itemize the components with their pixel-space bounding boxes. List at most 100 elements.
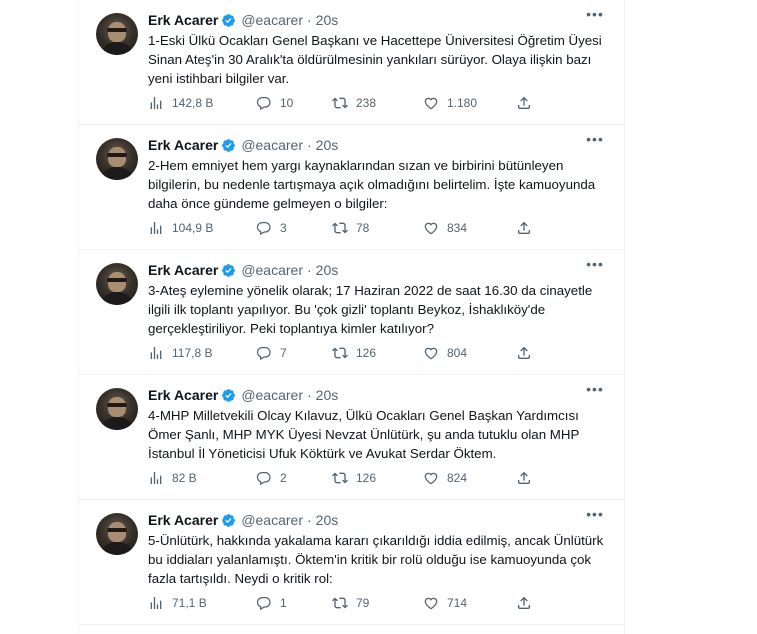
heart-icon	[424, 347, 438, 360]
like-count: 1.180	[447, 96, 478, 110]
views-button[interactable]: 82 B	[148, 467, 197, 489]
more-icon[interactable]: •••	[584, 382, 606, 403]
tweet[interactable]: Erk Acarer @eacarer · 20s ••• 3-Ateş eyl…	[79, 250, 624, 375]
views-button[interactable]: 142,8 B	[148, 92, 213, 114]
retweet-count: 126	[356, 346, 377, 360]
share-button[interactable]	[516, 92, 540, 114]
retweet-icon	[332, 472, 348, 484]
share-icon	[518, 346, 530, 359]
tweet-header: Erk Acarer @eacarer · 20s	[148, 261, 338, 279]
retweet-button[interactable]: 126	[332, 342, 376, 364]
reply-button[interactable]: 2	[256, 467, 287, 489]
reply-icon	[256, 97, 271, 111]
tweet-text: 1-Eski Ülkü Ocakları Genel Başkanı ve Ha…	[148, 33, 602, 86]
share-icon	[518, 96, 530, 109]
avatar[interactable]	[96, 263, 138, 305]
tweet[interactable]: Erk Acarer @eacarer · 20s ••• 5-Ünlütürk…	[79, 500, 624, 625]
retweet-button[interactable]: 79	[332, 592, 369, 614]
author-handle[interactable]: @eacarer	[241, 262, 303, 278]
retweet-count: 79	[356, 596, 370, 610]
reply-icon	[256, 222, 271, 236]
tweet-actions: 117,8 B 7 126 804	[148, 342, 618, 364]
timestamp[interactable]: 20s	[316, 262, 339, 278]
verified-badge-icon	[222, 388, 236, 402]
author-handle[interactable]: @eacarer	[241, 387, 303, 403]
tweet-header: Erk Acarer @eacarer · 20s	[148, 11, 338, 29]
retweet-button[interactable]: 126	[332, 467, 376, 489]
separator-dot: ·	[307, 262, 312, 278]
tweet-actions: 104,9 B 3 78 834	[148, 217, 618, 239]
retweet-button[interactable]: 78	[332, 217, 369, 239]
reply-icon	[256, 347, 271, 361]
author-name[interactable]: Erk Acarer	[148, 387, 218, 403]
views-button[interactable]: 71,1 B	[148, 592, 207, 614]
tweet-header: Erk Acarer @eacarer · 20s	[148, 386, 338, 404]
views-button[interactable]: 117,8 B	[148, 342, 212, 364]
retweet-icon	[332, 222, 348, 234]
more-icon[interactable]: •••	[584, 132, 606, 153]
like-button[interactable]: 714	[423, 592, 467, 614]
views-chart-icon	[150, 597, 162, 609]
like-button[interactable]: 824	[423, 467, 467, 489]
tweet[interactable]: Erk Acarer @eacarer · 20s ••• 4-MHP Mill…	[79, 375, 624, 500]
views-chart-icon	[150, 222, 162, 234]
share-button[interactable]	[516, 592, 540, 614]
verified-badge-icon	[222, 13, 236, 27]
like-button[interactable]: 1.180	[423, 92, 477, 114]
tweet-text: 5-Ünlütürk, hakkında yakalama kararı çık…	[148, 533, 604, 586]
author-name[interactable]: Erk Acarer	[148, 12, 218, 28]
tweet[interactable]: Erk Acarer @eacarer · 20s ••• 1-Eski Ülk…	[79, 0, 624, 125]
more-icon[interactable]: •••	[584, 257, 606, 278]
author-handle[interactable]: @eacarer	[241, 12, 303, 28]
avatar[interactable]	[96, 13, 138, 55]
tweet-actions: 82 B 2 126 824	[148, 467, 618, 489]
separator-dot: ·	[307, 137, 312, 153]
reply-button[interactable]: 10	[256, 92, 293, 114]
more-icon[interactable]: •••	[584, 507, 606, 528]
views-button[interactable]: 104,9 B	[148, 217, 213, 239]
views-chart-icon	[150, 347, 162, 359]
timestamp[interactable]: 20s	[316, 12, 339, 28]
avatar[interactable]	[96, 513, 138, 555]
views-chart-icon	[150, 472, 162, 484]
reply-button[interactable]: 7	[256, 342, 287, 364]
tweet[interactable]: Erk Acarer @eacarer · 20s ••• 2-Hem emni…	[79, 125, 624, 250]
share-icon	[518, 596, 530, 609]
author-name[interactable]: Erk Acarer	[148, 512, 218, 528]
more-icon[interactable]: •••	[584, 7, 606, 28]
avatar[interactable]	[96, 388, 138, 430]
author-handle[interactable]: @eacarer	[241, 512, 303, 528]
reply-count: 3	[280, 221, 287, 235]
reply-count: 7	[280, 346, 287, 360]
share-button[interactable]	[516, 217, 540, 239]
like-button[interactable]: 834	[423, 217, 467, 239]
timestamp[interactable]: 20s	[316, 512, 339, 528]
reply-button[interactable]: 1	[256, 592, 287, 614]
retweet-count: 126	[356, 471, 377, 485]
timestamp[interactable]: 20s	[316, 137, 339, 153]
share-button[interactable]	[516, 342, 540, 364]
separator-dot: ·	[307, 512, 312, 528]
heart-icon	[424, 222, 438, 235]
reply-icon	[256, 597, 271, 611]
separator-dot: ·	[307, 12, 312, 28]
like-count: 714	[447, 596, 468, 610]
retweet-icon	[332, 347, 348, 359]
share-button[interactable]	[516, 467, 540, 489]
share-icon	[518, 221, 530, 234]
author-handle[interactable]: @eacarer	[241, 137, 303, 153]
reply-button[interactable]: 3	[256, 217, 287, 239]
author-name[interactable]: Erk Acarer	[148, 262, 218, 278]
heart-icon	[424, 97, 438, 110]
tweet-text: 2-Hem emniyet hem yargı kaynaklarından s…	[148, 158, 596, 211]
tweet-text: 3-Ateş eylemine yönelik olarak; 17 Hazir…	[148, 283, 593, 336]
author-name[interactable]: Erk Acarer	[148, 137, 218, 153]
tweet-feed: Erk Acarer @eacarer · 20s ••• 1-Eski Ülk…	[78, 0, 625, 634]
retweet-button[interactable]: 238	[332, 92, 376, 114]
retweet-count: 238	[356, 96, 377, 110]
like-button[interactable]: 804	[423, 342, 467, 364]
timestamp[interactable]: 20s	[316, 387, 339, 403]
avatar[interactable]	[96, 138, 138, 180]
like-count: 834	[447, 221, 468, 235]
tweet-actions: 142,8 B 10 238 1.180	[148, 92, 618, 114]
